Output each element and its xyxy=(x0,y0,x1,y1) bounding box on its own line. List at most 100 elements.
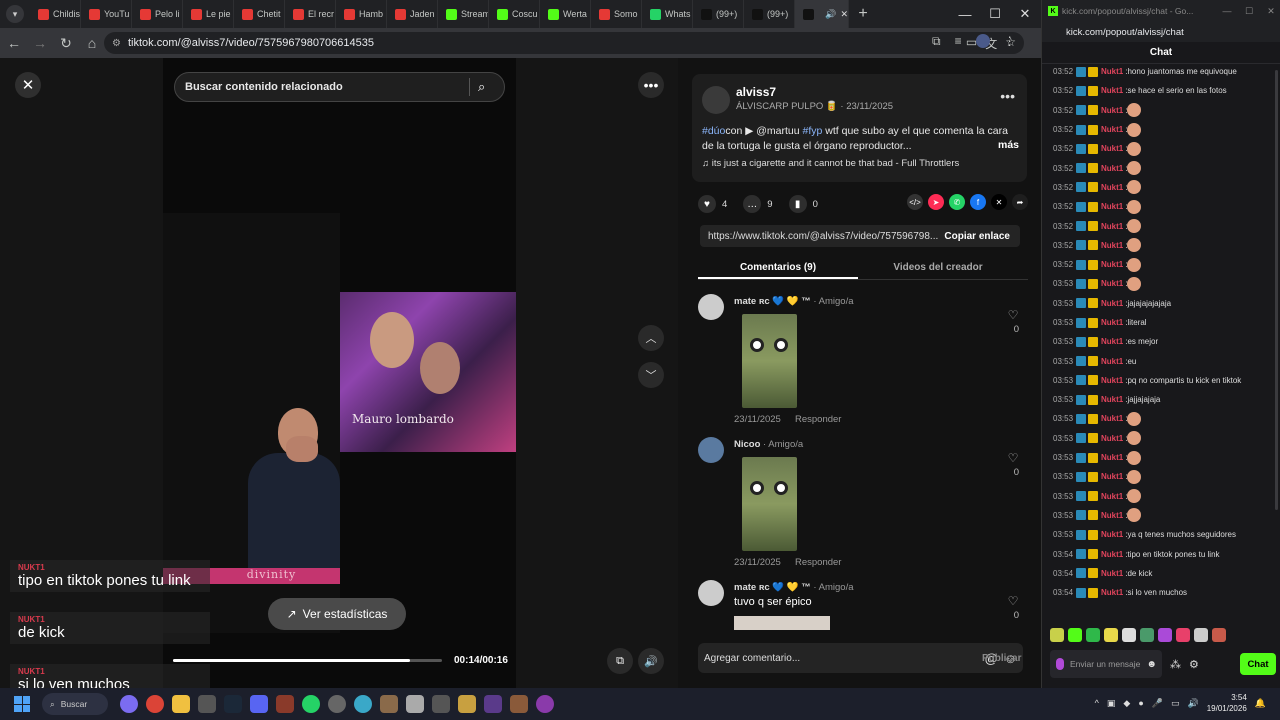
notification-icon[interactable]: 🔔 xyxy=(1255,698,1266,709)
back-icon[interactable]: ← xyxy=(2,31,26,55)
search-icon[interactable]: ⌕ xyxy=(478,79,504,95)
tray-chevron-icon[interactable]: ^ xyxy=(1095,698,1099,708)
app-icon[interactable] xyxy=(510,695,528,713)
emote-icon[interactable] xyxy=(1176,628,1190,642)
chat-username[interactable]: Nukt1 xyxy=(1101,86,1123,95)
windows-start-icon[interactable] xyxy=(14,696,30,712)
emote-icon[interactable] xyxy=(1212,628,1226,642)
view-stats-button[interactable]: ↗ Ver estadísticas xyxy=(268,598,406,630)
save-button[interactable]: ▮ 0 xyxy=(788,195,818,213)
browser-tab[interactable]: (99+) xyxy=(744,0,795,28)
comment-like-icon[interactable]: ♡ xyxy=(1006,594,1020,608)
media-icon[interactable]: ≡ xyxy=(955,34,962,49)
maximize-icon[interactable]: ☐ xyxy=(980,0,1010,28)
minimize-icon[interactable]: — xyxy=(950,0,980,28)
chat-username[interactable]: Nukt1 xyxy=(1101,395,1123,404)
chat-message-list[interactable]: 03:52 Nukt1: hono juantomas me equivoque 0… xyxy=(1042,62,1280,622)
reply-button[interactable]: Responder xyxy=(795,414,841,425)
close-window-icon[interactable]: ✕ xyxy=(1010,0,1040,28)
chat-username[interactable]: Nukt1 xyxy=(1101,279,1123,288)
comment-like-icon[interactable]: ♡ xyxy=(1006,308,1020,322)
tray-app-icon[interactable]: ● xyxy=(1138,698,1143,708)
browser-tab[interactable]: Pelo li xyxy=(132,0,183,28)
app-icon[interactable] xyxy=(484,695,502,713)
chat-username[interactable]: Nukt1 xyxy=(1101,106,1123,115)
browser-tab[interactable]: Whats xyxy=(642,0,693,28)
chat-username[interactable]: Nukt1 xyxy=(1101,318,1123,327)
browser-tab[interactable]: YouTu xyxy=(81,0,132,28)
settings-icon[interactable]: ⚙ xyxy=(1189,658,1199,671)
share-icon[interactable]: ➦ xyxy=(1012,194,1028,210)
users-icon[interactable]: ⁂ xyxy=(1170,658,1181,671)
emote-icon[interactable] xyxy=(1122,628,1136,642)
tray-app-icon[interactable]: ◆ xyxy=(1123,698,1130,709)
chat-username[interactable]: Nukt1 xyxy=(1101,337,1123,346)
emote-icon[interactable] xyxy=(1086,628,1100,642)
chat-username[interactable]: Nukt1 xyxy=(1101,492,1123,501)
chat-username[interactable]: Nukt1 xyxy=(1101,569,1123,578)
file-explorer-icon[interactable] xyxy=(172,695,190,713)
steam-icon[interactable] xyxy=(224,695,242,713)
chat-message-input[interactable]: Enviar un mensaje ☻ xyxy=(1050,650,1162,678)
creator-username[interactable]: alviss7 xyxy=(736,85,776,99)
new-tab-icon[interactable]: + xyxy=(849,5,877,23)
chat-username[interactable]: Nukt1 xyxy=(1101,183,1123,192)
chat-username[interactable]: Nukt1 xyxy=(1101,222,1123,231)
comment-like-icon[interactable]: ♡ xyxy=(1006,451,1020,465)
chat-username[interactable]: Nukt1 xyxy=(1101,588,1123,597)
commenter-name[interactable]: Nicoo · Amigo/a xyxy=(734,439,803,450)
browser-tab[interactable]: Coscu xyxy=(489,0,540,28)
volume-icon[interactable]: 🔊 xyxy=(638,648,664,674)
emote-icon[interactable] xyxy=(1050,628,1064,642)
hashtag-link[interactable]: #fyp xyxy=(802,125,822,137)
browser-tab[interactable]: Somo xyxy=(591,0,642,28)
tab-audio-icon[interactable]: 🔊 xyxy=(825,9,836,20)
chat-username[interactable]: Nukt1 xyxy=(1101,472,1123,481)
commenter-avatar[interactable] xyxy=(698,580,724,606)
chat-username[interactable]: Nukt1 xyxy=(1101,299,1123,308)
chat-username[interactable]: Nukt1 xyxy=(1101,260,1123,269)
emote-icon[interactable] xyxy=(1104,628,1118,642)
volume-icon[interactable]: 🔊 xyxy=(1188,698,1199,709)
chat-send-button[interactable]: Chat xyxy=(1240,653,1276,675)
clock[interactable]: 3:54 19/01/2026 xyxy=(1207,692,1247,714)
facebook-icon[interactable]: f xyxy=(970,194,986,210)
site-info-icon[interactable]: ⚙ xyxy=(112,38,128,49)
browser-tab[interactable]: Le pie xyxy=(183,0,234,28)
next-video-icon[interactable]: ﹀ xyxy=(638,362,664,388)
related-search-input[interactable]: Buscar contenido relacionado ⌕ xyxy=(174,72,505,102)
video-progress-bar[interactable] xyxy=(173,659,442,662)
app-icon[interactable] xyxy=(432,695,450,713)
emoji-icon[interactable]: ☻ xyxy=(1146,659,1157,670)
home-icon[interactable]: ⌂ xyxy=(80,31,104,55)
browser-tab[interactable]: Jaden xyxy=(387,0,438,28)
pip-icon[interactable]: ⧉ xyxy=(607,648,633,674)
emote-icon[interactable] xyxy=(1158,628,1172,642)
more-options-icon[interactable]: ••• xyxy=(638,72,664,98)
like-button[interactable]: ♥ 4 xyxy=(698,195,727,213)
copilot-icon[interactable] xyxy=(120,695,138,713)
microphone-icon[interactable]: 🎤 xyxy=(1152,698,1163,709)
emote-icon[interactable] xyxy=(1068,628,1082,642)
chat-username[interactable]: Nukt1 xyxy=(1101,202,1123,211)
more-link[interactable]: más xyxy=(998,139,1019,151)
post-options-icon[interactable]: ••• xyxy=(1000,88,1015,104)
browser-tab[interactable]: Stream xyxy=(438,0,489,28)
previous-video-icon[interactable]: ︿ xyxy=(638,325,664,351)
taskbar-search[interactable]: ⌕ Buscar xyxy=(42,693,108,715)
hashtag-link[interactable]: #dúo xyxy=(702,125,725,137)
app-icon[interactable] xyxy=(354,695,372,713)
chat-username[interactable]: Nukt1 xyxy=(1101,434,1123,443)
whatsapp-icon[interactable]: ✆ xyxy=(949,194,965,210)
creator-avatar[interactable] xyxy=(702,86,730,114)
app-icon[interactable] xyxy=(536,695,554,713)
chat-username[interactable]: Nukt1 xyxy=(1101,376,1123,385)
commenter-name[interactable]: mate ʀᴄ 💙 💛 ™ · Amigo/a xyxy=(734,296,854,307)
chat-username[interactable]: Nukt1 xyxy=(1101,530,1123,539)
send-icon[interactable]: ➤ xyxy=(928,194,944,210)
chat-username[interactable]: Nukt1 xyxy=(1101,125,1123,134)
tab-close-icon[interactable]: ✕ xyxy=(840,9,848,20)
reply-button[interactable]: Responder xyxy=(795,557,841,568)
chat-username[interactable]: Nukt1 xyxy=(1101,357,1123,366)
tab-comments[interactable]: Comentarios (9) xyxy=(698,258,858,279)
